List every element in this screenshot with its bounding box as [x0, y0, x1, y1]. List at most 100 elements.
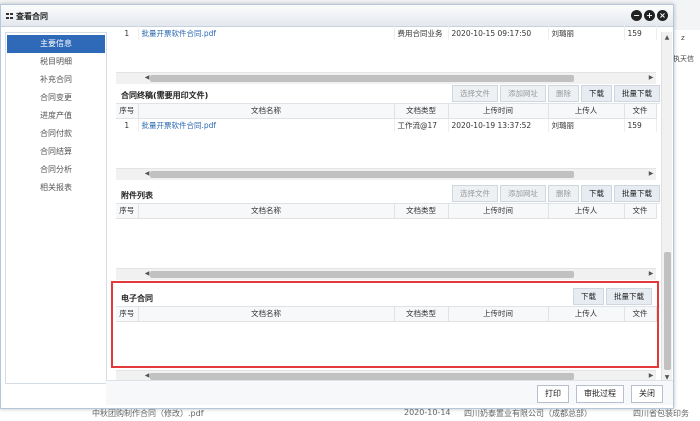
maximize-icon[interactable]: + [644, 10, 655, 21]
section-title: 附件列表 [121, 191, 153, 200]
background-grid: z 执天信 [670, 30, 700, 410]
extra-cell: 159 [624, 26, 657, 40]
doc-type-cell: 工作流@17 [394, 118, 449, 132]
batch-download-button[interactable]: 批量下载 [614, 185, 660, 202]
column-header[interactable]: 上传时间 [448, 204, 549, 219]
select-file-button[interactable]: 选择文件 [452, 185, 498, 202]
background-text: 四川省包装印务 [633, 409, 689, 418]
modal-titlebar[interactable]: 查看合同 − + × [1, 5, 673, 27]
scroll-thumb[interactable] [150, 171, 574, 178]
minimize-icon[interactable]: − [631, 10, 642, 21]
section-title: 电子合同 [121, 294, 153, 303]
close-icon[interactable]: × [657, 10, 668, 21]
file-name-cell: 批量开票软件合同.pdf [138, 118, 395, 132]
sidebar: 主要信息 税目明细 补充合同 合同变更 进度产值 合同付款 合同结算 合同分析 … [5, 32, 107, 384]
delete-button[interactable]: 删除 [548, 85, 579, 102]
content-area: 1 批量开票软件合同.pdf 费用合同业务 2020-10-15 09:17:5… [116, 26, 660, 380]
horizontal-scrollbar[interactable]: ◀ ▶ [116, 168, 656, 180]
scroll-thumb[interactable] [664, 252, 671, 370]
scroll-up-icon[interactable]: ▲ [662, 33, 672, 43]
section-header: 附件列表 选择文件 添加网址 删除 下载 批量下载 [116, 184, 660, 204]
upload-time-cell: 2020-10-15 09:17:50 [448, 26, 549, 40]
batch-download-button[interactable]: 批量下载 [614, 85, 660, 102]
modal-footer: 打印 审批过程 关闭 [106, 380, 673, 405]
uploader-cell: 刘璐丽 [548, 118, 625, 132]
final-contract-table: 序号 文档名称 文档类型 上传时间 上传人 文件 1 批量开票软件合同.pdf … [116, 104, 657, 132]
e-contract-section: 电子合同 下载 批量下载 序号 文档名称 文档类型 上传时间 上传人 文件 ◀ … [116, 287, 660, 380]
column-header[interactable]: 文档类型 [394, 104, 449, 119]
vertical-scrollbar[interactable]: ▲ ▼ [661, 32, 672, 384]
column-header[interactable]: 文档类型 [394, 204, 449, 219]
uploader-cell: 刘璐丽 [548, 26, 625, 40]
row-number: 1 [116, 118, 139, 132]
scroll-right-icon[interactable]: ▶ [646, 170, 656, 177]
background-text: z [681, 34, 685, 42]
download-button[interactable]: 下载 [581, 85, 612, 102]
scroll-right-icon[interactable]: ▶ [646, 74, 656, 81]
print-button[interactable]: 打印 [537, 385, 569, 403]
background-text: 四川奶泰置业有限公司（成都总部） [464, 409, 592, 418]
sidebar-item-analysis[interactable]: 合同分析 [7, 161, 105, 179]
column-header[interactable]: 序号 [116, 204, 139, 219]
add-url-button[interactable]: 添加网址 [500, 185, 546, 202]
sidebar-item-settlement[interactable]: 合同结算 [7, 143, 105, 161]
column-header[interactable]: 上传人 [548, 204, 625, 219]
sidebar-item-progress[interactable]: 进度产值 [7, 107, 105, 125]
horizontal-scrollbar[interactable]: ◀ ▶ [116, 72, 656, 84]
scroll-thumb[interactable] [150, 373, 574, 380]
add-url-button[interactable]: 添加网址 [500, 85, 546, 102]
modal-title: 查看合同 [16, 12, 48, 21]
column-header[interactable]: 序号 [116, 104, 139, 119]
column-header[interactable]: 文件 [624, 204, 657, 219]
final-contract-section: 合同终稿(需要用印文件) 选择文件 添加网址 删除 下载 批量下载 序号 文档名… [116, 84, 660, 184]
column-header[interactable]: 文档名称 [138, 307, 395, 322]
table-row[interactable]: 1 批量开票软件合同.pdf 费用合同业务 2020-10-15 09:17:5… [116, 26, 657, 40]
column-header[interactable]: 上传时间 [448, 307, 549, 322]
column-header[interactable]: 文件 [624, 104, 657, 119]
scroll-right-icon[interactable]: ▶ [646, 270, 656, 277]
column-header[interactable]: 文档类型 [394, 307, 449, 322]
column-header[interactable]: 上传人 [548, 104, 625, 119]
sidebar-item-tax-detail[interactable]: 税目明细 [7, 53, 105, 71]
column-header[interactable]: 文档名称 [138, 204, 395, 219]
batch-download-button[interactable]: 批量下载 [606, 288, 652, 305]
file-name-cell: 批量开票软件合同.pdf [138, 26, 395, 40]
background-text: 2020-10-14 [404, 408, 451, 417]
file-link[interactable]: 批量开票软件合同.pdf [142, 29, 217, 38]
file-link[interactable]: 批量开票软件合同.pdf [142, 121, 217, 130]
grid-icon [6, 13, 13, 19]
select-file-button[interactable]: 选择文件 [452, 85, 498, 102]
scroll-thumb[interactable] [150, 75, 574, 82]
extra-cell: 159 [624, 118, 657, 132]
column-header[interactable]: 上传人 [548, 307, 625, 322]
doc-type-cell: 费用合同业务 [394, 26, 449, 40]
scroll-right-icon[interactable]: ▶ [646, 372, 656, 379]
sidebar-item-payment[interactable]: 合同付款 [7, 125, 105, 143]
horizontal-scrollbar[interactable]: ◀ ▶ [116, 370, 656, 380]
section-header: 合同终稿(需要用印文件) 选择文件 添加网址 删除 下载 批量下载 [116, 84, 660, 104]
column-header[interactable]: 文件 [624, 307, 657, 322]
delete-button[interactable]: 删除 [548, 185, 579, 202]
column-header[interactable]: 文档名称 [138, 104, 395, 119]
sidebar-item-supplement[interactable]: 补充合同 [7, 71, 105, 89]
column-header[interactable]: 上传时间 [448, 104, 549, 119]
table-row[interactable]: 1 批量开票软件合同.pdf 工作流@17 2020-10-19 13:37:5… [116, 118, 657, 132]
sidebar-item-main-info[interactable]: 主要信息 [7, 35, 105, 53]
approval-process-button[interactable]: 审批过程 [576, 385, 624, 403]
close-button[interactable]: 关闭 [631, 385, 663, 403]
row-number: 1 [116, 26, 139, 40]
download-button[interactable]: 下载 [573, 288, 604, 305]
upload-time-cell: 2020-10-19 13:37:52 [448, 118, 549, 132]
attachment-section: 附件列表 选择文件 添加网址 删除 下载 批量下载 序号 文档名称 文档类型 上… [116, 184, 660, 283]
column-header[interactable]: 序号 [116, 307, 139, 322]
background-text: 中秋团购制作合同（修改）.pdf [92, 409, 204, 418]
sidebar-item-change[interactable]: 合同变更 [7, 89, 105, 107]
scroll-thumb[interactable] [150, 271, 574, 278]
contract-file-section: 1 批量开票软件合同.pdf 费用合同业务 2020-10-15 09:17:5… [116, 26, 660, 84]
background-text: 执天信 [673, 55, 694, 63]
horizontal-scrollbar[interactable]: ◀ ▶ [116, 268, 656, 280]
section-header: 电子合同 下载 批量下载 [116, 287, 660, 307]
download-button[interactable]: 下载 [581, 185, 612, 202]
sidebar-item-reports[interactable]: 相关报表 [7, 179, 105, 197]
e-contract-table: 序号 文档名称 文档类型 上传时间 上传人 文件 [116, 307, 657, 322]
